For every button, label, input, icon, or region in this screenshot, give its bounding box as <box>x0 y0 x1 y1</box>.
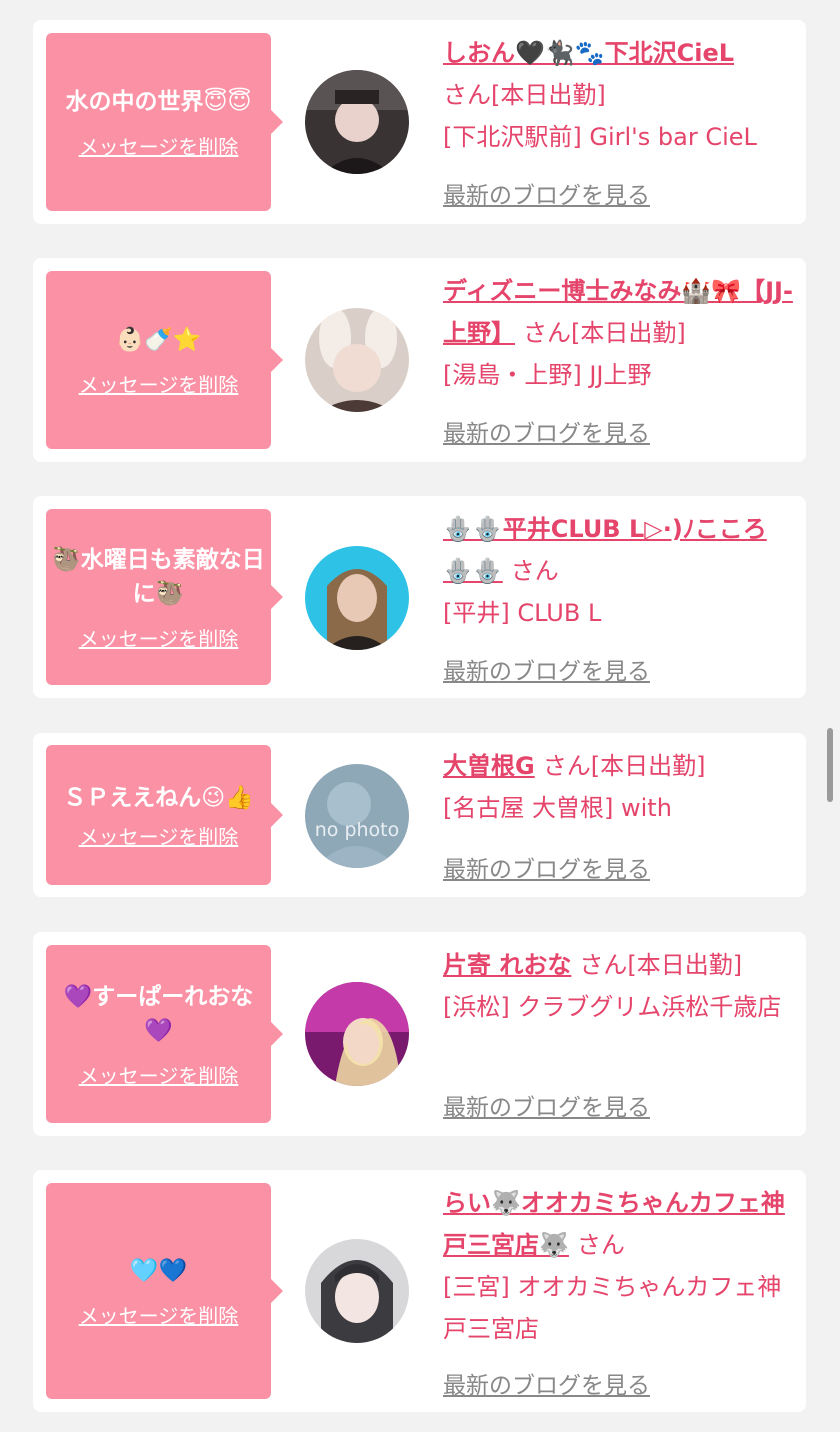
latest-blog-link[interactable]: 最新のブログを見る <box>443 652 650 686</box>
message-bubble: ＳＰええねん😉👍 メッセージを削除 <box>46 745 283 885</box>
shop-text: [下北沢駅前] Girl's bar CieL <box>443 123 757 151</box>
latest-blog-link[interactable]: 最新のブログを見る <box>443 176 650 210</box>
message-text: 👶🏻🍼⭐️ <box>115 326 202 353</box>
profile-name-link[interactable]: 大曽根G <box>443 752 535 780</box>
latest-blog-link[interactable]: 最新のブログを見る <box>443 414 650 448</box>
delete-message-link[interactable]: メッセージを削除 <box>79 1060 239 1089</box>
entry-info: 大曽根G さん[本日出勤] [名古屋 大曽根] with <box>443 745 795 829</box>
no-photo-label: no photo <box>315 819 400 841</box>
delete-message-link[interactable]: メッセージを削除 <box>79 369 239 398</box>
message-bubble: 🩵💙 メッセージを削除 <box>46 1183 283 1399</box>
avatar[interactable] <box>305 982 409 1086</box>
avatar[interactable] <box>305 1239 409 1343</box>
delete-message-link[interactable]: メッセージを削除 <box>79 821 239 850</box>
scrollbar[interactable] <box>827 728 833 802</box>
avatar[interactable] <box>305 70 409 174</box>
profile-name-link[interactable]: 🪬🪬平井CLUB L▷·)ﾉこころ🪬🪬 <box>443 515 767 585</box>
profile-name-link[interactable]: しおん🖤🐈‍⬛🐾下北沢CieL <box>443 39 734 67</box>
shop-text: [湯島・上野] JJ上野 <box>443 361 652 389</box>
list-item: 🩵💙 メッセージを削除 らい🐺オオカミちゃんカフェ神戸三宮店🐺 さん [三宮] オ… <box>33 1170 806 1412</box>
delete-message-link[interactable]: メッセージを削除 <box>79 1300 239 1329</box>
list-item: 🦥水曜日も素敵な日に🦥 メッセージを削除 🪬🪬平井CLUB L▷·)ﾉこころ🪬🪬… <box>33 496 806 698</box>
message-bubble: 👶🏻🍼⭐️ メッセージを削除 <box>46 271 283 449</box>
status-text: さん <box>510 557 559 585</box>
profile-photo-icon <box>305 308 409 412</box>
status-text: さん[本日出勤] <box>579 951 743 979</box>
entry-info: 片寄 れおな さん[本日出勤] [浜松] クラブグリム浜松千歳店 <box>443 944 795 1028</box>
list-item: 水の中の世界😇😇 メッセージを削除 しおん🖤🐈‍⬛🐾下北沢CieL さん[本日出… <box>33 20 806 224</box>
delete-message-link[interactable]: メッセージを削除 <box>79 131 239 160</box>
avatar[interactable] <box>305 546 409 650</box>
list-item: ＳＰええねん😉👍 メッセージを削除 no photo 大曽根G さん[本日出勤] … <box>33 733 806 897</box>
no-photo-icon: no photo <box>305 764 409 868</box>
shop-text: [三宮] オオカミちゃんカフェ神戸三宮店 <box>443 1273 782 1343</box>
shop-text: [名古屋 大曽根] with <box>443 794 672 822</box>
list-item: 👶🏻🍼⭐️ メッセージを削除 ディズニー博士みなみ🏰🎀【JJ-上野】 さん[本日出… <box>33 258 806 462</box>
message-bubble: 水の中の世界😇😇 メッセージを削除 <box>46 33 283 211</box>
profile-photo-icon <box>305 982 409 1086</box>
message-text: 💜すーぱーれおな💜 <box>63 983 254 1044</box>
message-text: 🩵💙 <box>129 1257 188 1284</box>
list-item: 💜すーぱーれおな💜 メッセージを削除 片寄 れおな さん[本日出勤] [浜松] ク… <box>33 932 806 1136</box>
entry-info: らい🐺オオカミちゃんカフェ神戸三宮店🐺 さん [三宮] オオカミちゃんカフェ神戸三… <box>443 1182 795 1350</box>
avatar[interactable] <box>305 308 409 412</box>
profile-photo-icon <box>305 1239 409 1343</box>
message-text: 水の中の世界😇😇 <box>65 88 252 115</box>
status-text: さん[本日出勤] <box>443 81 606 109</box>
latest-blog-link[interactable]: 最新のブログを見る <box>443 1366 650 1400</box>
latest-blog-link[interactable]: 最新のブログを見る <box>443 850 650 884</box>
profile-photo-icon <box>305 546 409 650</box>
message-bubble: 💜すーぱーれおな💜 メッセージを削除 <box>46 945 283 1123</box>
shop-text: [浜松] クラブグリム浜松千歳店 <box>443 993 782 1021</box>
status-text: さん[本日出勤] <box>542 752 706 780</box>
status-text: さん[本日出勤] <box>523 319 686 347</box>
profile-photo-icon <box>305 70 409 174</box>
delete-message-link[interactable]: メッセージを削除 <box>79 623 239 652</box>
message-text: ＳＰええねん😉👍 <box>63 784 254 811</box>
message-bubble: 🦥水曜日も素敵な日に🦥 メッセージを削除 <box>46 509 283 685</box>
avatar[interactable]: no photo <box>305 764 409 868</box>
status-text: さん <box>576 1231 625 1259</box>
latest-blog-link[interactable]: 最新のブログを見る <box>443 1088 650 1122</box>
shop-text: [平井] CLUB L <box>443 599 602 627</box>
entry-info: ディズニー博士みなみ🏰🎀【JJ-上野】 さん[本日出勤] [湯島・上野] JJ上野 <box>443 270 795 396</box>
entry-info: しおん🖤🐈‍⬛🐾下北沢CieL さん[本日出勤] [下北沢駅前] Girl's … <box>443 32 795 158</box>
message-text: 🦥水曜日も素敵な日に🦥 <box>52 546 265 607</box>
profile-name-link[interactable]: 片寄 れおな <box>443 951 571 979</box>
entry-info: 🪬🪬平井CLUB L▷·)ﾉこころ🪬🪬 さん [平井] CLUB L <box>443 508 795 634</box>
